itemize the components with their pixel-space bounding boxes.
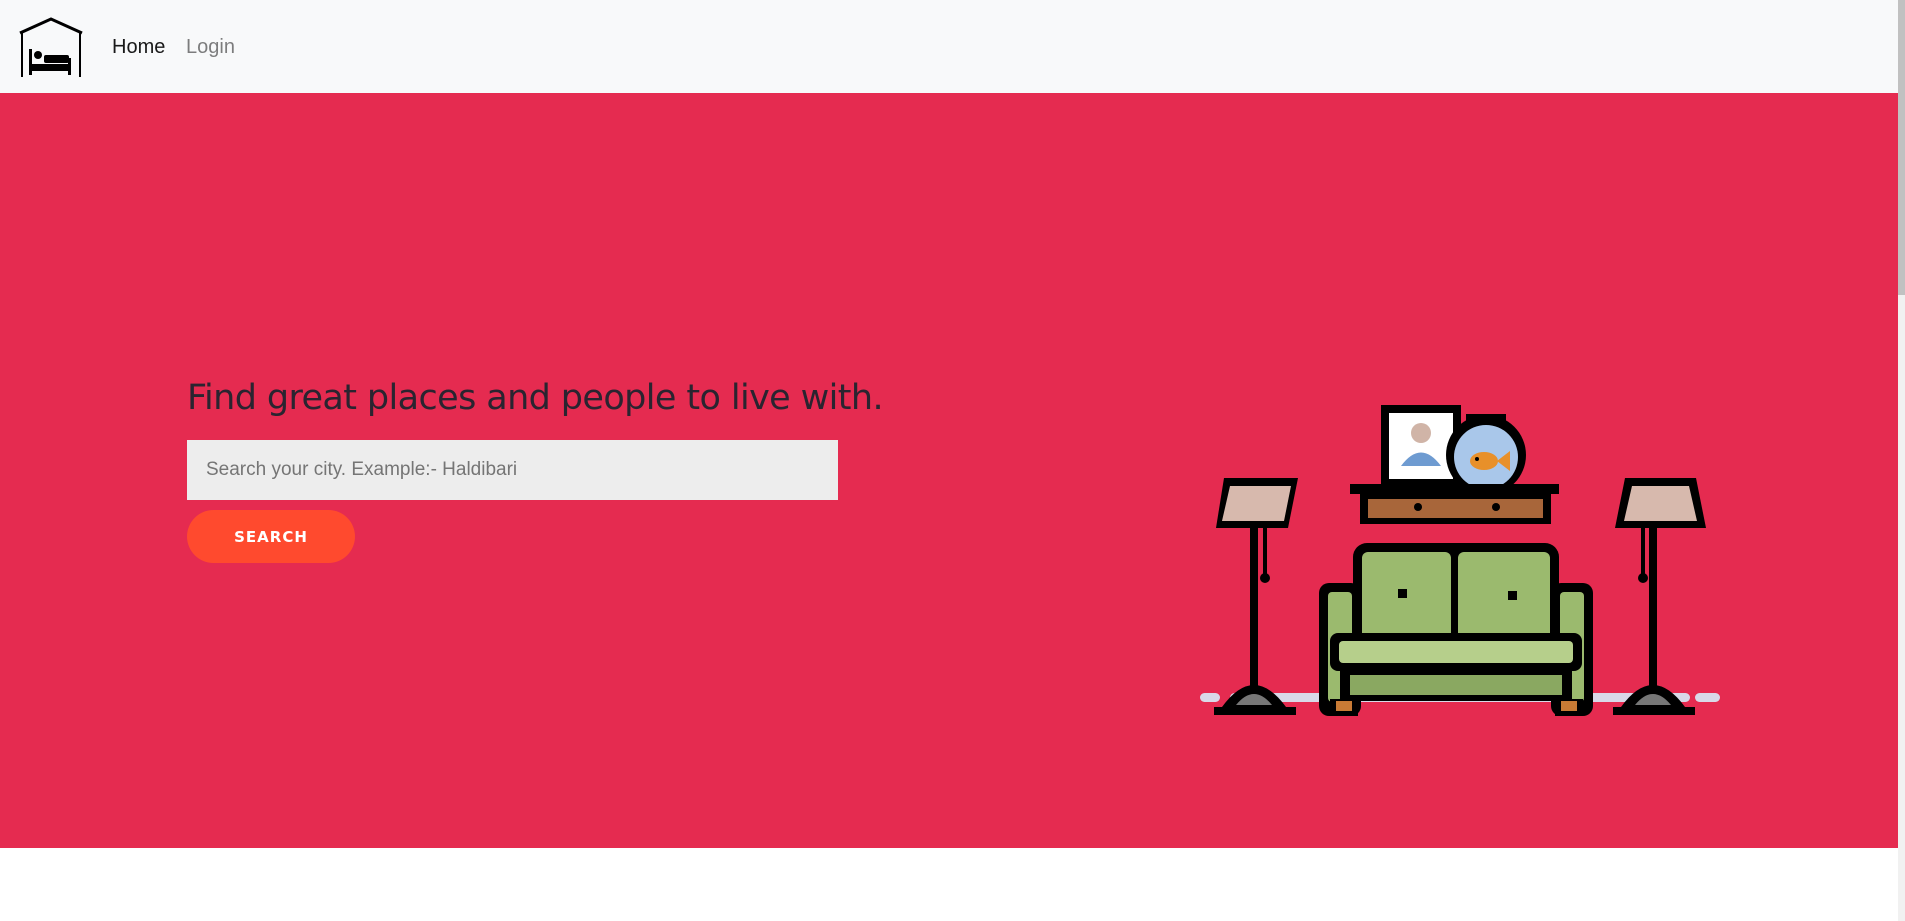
house-bed-icon[interactable] [18, 17, 84, 77]
city-search-input[interactable] [187, 440, 838, 500]
left-floor-lamp [1214, 478, 1298, 715]
wall-shelf [1350, 484, 1559, 524]
nav-login-link[interactable]: Login [186, 36, 235, 59]
nav-home-link[interactable]: Home [112, 36, 165, 59]
hero-headline: Find great places and people to live wit… [187, 378, 884, 418]
scrollbar-thumb[interactable] [1898, 0, 1905, 295]
navbar: Home Login [0, 0, 1898, 93]
vertical-scrollbar[interactable] [1898, 0, 1905, 921]
search-button[interactable]: SEARCH [187, 510, 355, 563]
living-room-sofa-illustration [1200, 405, 1720, 716]
right-floor-lamp [1613, 478, 1706, 715]
hero-banner: Find great places and people to live wit… [0, 93, 1898, 848]
green-sofa [1319, 543, 1593, 716]
